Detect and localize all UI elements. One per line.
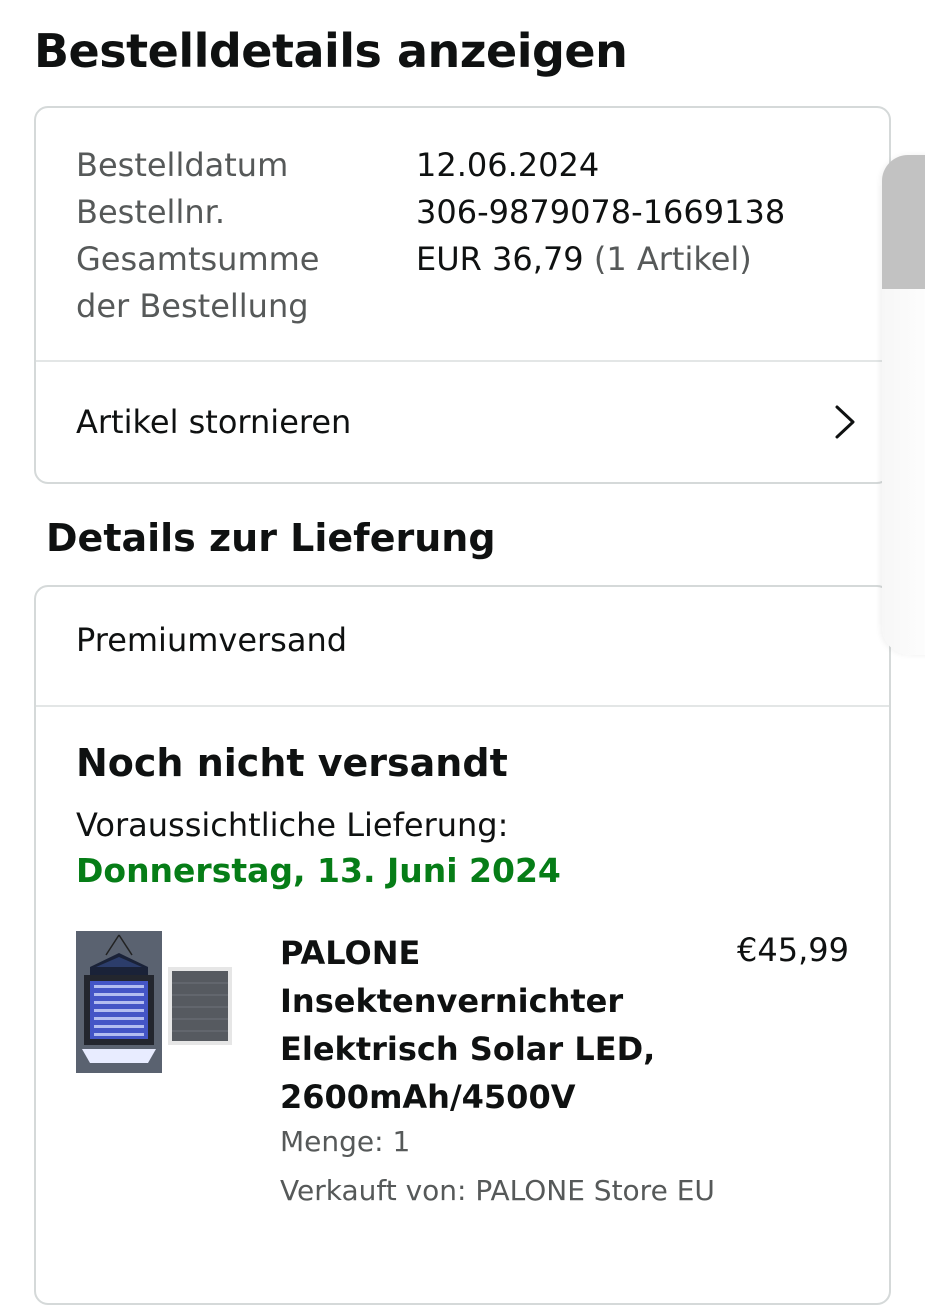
eta-date: Donnerstag, 13. Juni 2024: [76, 851, 561, 890]
order-total-row: Gesamtsumme EUR 36,79 (1 Artikel): [76, 236, 856, 283]
eta-label: Voraussichtliche Lieferung:: [76, 806, 509, 844]
page-title: Bestelldetails anzeigen: [34, 24, 628, 78]
order-number-row: Bestellnr. 306-9879078-1669138: [76, 189, 856, 236]
order-total-label-2: der Bestellung: [76, 287, 309, 325]
cancel-items-link[interactable]: Artikel stornieren: [36, 362, 889, 482]
product-image[interactable]: [76, 931, 236, 1073]
delivery-section-title: Details zur Lieferung: [46, 516, 496, 560]
order-date-row: Bestelldatum 12.06.2024: [76, 142, 856, 189]
order-total-label: Gesamtsumme: [76, 240, 320, 278]
order-total-row-2: der Bestellung: [76, 283, 856, 330]
order-number-label: Bestellnr.: [76, 193, 225, 231]
order-date-value: 12.06.2024: [416, 146, 600, 184]
delivery-card: Premiumversand Noch nicht versandt Vorau…: [34, 585, 891, 1305]
order-total-amount: EUR 36,79: [416, 240, 584, 278]
scrollbar-thumb[interactable]: [882, 155, 925, 289]
order-summary-card: Bestelldatum 12.06.2024 Bestellnr. 306-9…: [34, 106, 891, 484]
order-date-label: Bestelldatum: [76, 146, 289, 184]
order-item-count: (1 Artikel): [593, 240, 752, 278]
shipment-status: Noch nicht versandt: [76, 741, 508, 785]
product-seller: Verkauft von: PALONE Store EU: [280, 1174, 715, 1207]
chevron-right-icon: [835, 405, 855, 439]
order-summary-grid: Bestelldatum 12.06.2024 Bestellnr. 306-9…: [76, 142, 856, 330]
product-quantity: Menge: 1: [280, 1125, 411, 1158]
product-price: €45,99: [737, 931, 849, 969]
shipping-method: Premiumversand: [76, 621, 348, 659]
product-title-link[interactable]: PALONE Insektenvernichter Elektrisch Sol…: [280, 929, 700, 1121]
order-total-value: EUR 36,79 (1 Artikel): [416, 236, 752, 283]
delivery-divider: [36, 705, 889, 707]
order-number-value: 306-9879078-1669138: [416, 193, 786, 231]
cancel-items-label: Artikel stornieren: [76, 403, 352, 441]
